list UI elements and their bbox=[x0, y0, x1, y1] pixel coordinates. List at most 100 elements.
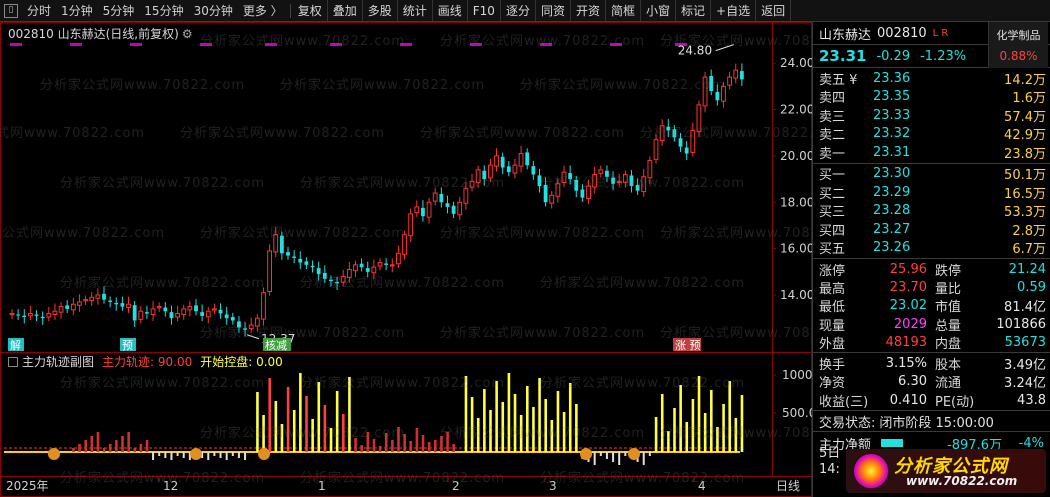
sub-bar bbox=[176, 452, 179, 456]
level-label: 买四 bbox=[819, 223, 846, 239]
candle-body-down bbox=[230, 317, 235, 321]
candle-body-up bbox=[414, 206, 420, 214]
candle-body-up bbox=[175, 313, 181, 318]
flag-marker bbox=[400, 43, 412, 46]
candle-body-down bbox=[292, 256, 297, 258]
toolbar-button-7[interactable]: 同资 bbox=[536, 0, 571, 21]
stat-value: 101866 bbox=[996, 316, 1046, 332]
period-tab-3[interactable]: 15分钟 bbox=[139, 0, 188, 21]
level-volume: 57.4万 bbox=[1004, 109, 1046, 125]
chart-frame bbox=[0, 22, 812, 497]
sub-bar bbox=[329, 428, 333, 452]
indicator-menu-icon[interactable] bbox=[8, 357, 18, 367]
event-tag-label[interactable]: 核减 bbox=[265, 338, 287, 352]
candle-body-down bbox=[286, 252, 290, 256]
toolbar-button-12[interactable]: +自选 bbox=[711, 0, 757, 21]
flag-marker bbox=[470, 43, 482, 46]
candle-body-down bbox=[568, 173, 573, 180]
kline-chart-area[interactable]: 002810 山东赫达(日线,前复权) ⚙ 24.00 22.00 20.00 18.0… bbox=[0, 22, 812, 497]
period-tab-4[interactable]: 30分钟 bbox=[189, 0, 238, 21]
candle-body-up bbox=[389, 264, 395, 267]
sub-bar bbox=[348, 377, 351, 452]
industry-box[interactable]: 化学制品 0.88% bbox=[988, 22, 1048, 68]
asks-row[interactable]: 卖四 23.35 1.6万 bbox=[813, 88, 1050, 106]
flower-logo-icon bbox=[854, 454, 888, 488]
candle-body-up bbox=[733, 69, 739, 79]
x-axis-label: 3 bbox=[549, 479, 557, 493]
bids-row[interactable]: 买五 23.26 6.7万 bbox=[813, 239, 1050, 257]
stat-row: 涨停 25.96 跌停 21.24 bbox=[813, 260, 1050, 279]
asks-row[interactable]: 卖一 23.31 23.8万 bbox=[813, 143, 1050, 162]
sub-bar bbox=[415, 428, 419, 452]
high-marker-label: 24.80 bbox=[678, 44, 712, 58]
candle-body-up bbox=[138, 310, 144, 320]
sub-bar bbox=[158, 452, 161, 456]
stat-label: 收益(三) bbox=[819, 394, 869, 410]
bids-row[interactable]: 买一 23.30 50.1万 bbox=[813, 165, 1050, 184]
period-tab-0[interactable]: 分时 bbox=[22, 0, 56, 21]
event-tag-label[interactable]: 预 bbox=[122, 339, 133, 352]
period-tab-1[interactable]: 1分钟 bbox=[56, 0, 98, 21]
sub-bar bbox=[152, 452, 155, 460]
sub-chart-name: 主力轨迹副图 bbox=[22, 355, 95, 369]
stat-label: 量比 bbox=[935, 281, 962, 297]
toolbar-button-3[interactable]: 统计 bbox=[398, 0, 433, 21]
sub-bar bbox=[286, 387, 290, 452]
toolbar-button-10[interactable]: 小窗 bbox=[641, 0, 677, 21]
candle-body-down bbox=[384, 263, 389, 265]
sub-bar bbox=[145, 440, 149, 452]
toolbar-button-9[interactable]: 简框 bbox=[606, 0, 641, 21]
sub-bar bbox=[654, 417, 658, 452]
candle-body-down bbox=[543, 184, 548, 203]
candle-body-up bbox=[487, 164, 493, 179]
asks-row[interactable]: 卖五 ¥ 23.36 14.2万 bbox=[813, 69, 1050, 88]
bids-row[interactable]: 买二 23.29 16.5万 bbox=[813, 183, 1050, 202]
candle-body-up bbox=[402, 234, 407, 255]
y-tick-label: 22.00 bbox=[780, 103, 812, 117]
stat-label: 换手 bbox=[819, 358, 846, 374]
period-tab-5[interactable]: 更多 〉 bbox=[238, 0, 288, 21]
bids-row[interactable]: 买四 23.27 2.8万 bbox=[813, 220, 1050, 239]
sub-bar bbox=[256, 392, 259, 452]
event-tag-label[interactable]: 解 bbox=[10, 338, 21, 352]
candle-body-down bbox=[243, 328, 247, 330]
period-tab-2[interactable]: 5分钟 bbox=[98, 0, 140, 21]
event-tag-label[interactable]: 涨 预 bbox=[675, 339, 701, 352]
asks-row[interactable]: 卖二 23.32 42.9万 bbox=[813, 125, 1050, 143]
candle-body-up bbox=[52, 310, 58, 315]
candle-body-down bbox=[218, 309, 223, 314]
clock: 14: bbox=[819, 462, 840, 477]
sub-bar bbox=[299, 373, 302, 452]
stat-value: 23.02 bbox=[889, 298, 927, 314]
toolbar-divider bbox=[289, 3, 291, 18]
kline-svg[interactable]: 24.0022.0020.0018.0016.0014.0024.8012.37… bbox=[0, 22, 812, 497]
toolbar-button-5[interactable]: F10 bbox=[468, 0, 501, 21]
sub-bar bbox=[421, 435, 425, 452]
panel-toggle-icon[interactable]: ▯ bbox=[4, 3, 18, 18]
settings-gear-icon[interactable]: ⚙ bbox=[182, 27, 193, 41]
toolbar-button-2[interactable]: 多股 bbox=[363, 0, 398, 21]
toolbar-button-11[interactable]: 标记 bbox=[676, 0, 712, 21]
toolbar-button-6[interactable]: 逐分 bbox=[501, 0, 536, 21]
toolbar-button-0[interactable]: 复权 bbox=[293, 0, 328, 21]
low-marker-arrow bbox=[246, 334, 260, 340]
candle-body-down bbox=[715, 91, 720, 101]
sub-bar bbox=[311, 419, 314, 452]
toolbar-button-13[interactable]: 返回 bbox=[756, 0, 792, 21]
toolbar-button-4[interactable]: 画线 bbox=[433, 0, 468, 21]
level-price: 23.32 bbox=[873, 126, 911, 142]
flag-marker bbox=[610, 43, 622, 46]
toolbar-button-8[interactable]: 开资 bbox=[571, 0, 606, 21]
sub-bar bbox=[372, 439, 376, 452]
level-label: 卖五 ¥ bbox=[819, 72, 858, 88]
flag-marker bbox=[265, 43, 277, 46]
toolbar-button-1[interactable]: 叠加 bbox=[328, 0, 363, 21]
sub-bar bbox=[225, 452, 228, 460]
candle-body-down bbox=[666, 126, 671, 131]
asks-row[interactable]: 卖三 23.33 57.4万 bbox=[813, 106, 1050, 125]
level-label: 买一 bbox=[819, 168, 846, 184]
candle-body-down bbox=[120, 303, 125, 307]
bids-row[interactable]: 买三 23.28 53.3万 bbox=[813, 202, 1050, 220]
sub-y-tick-label: 500.0 bbox=[782, 406, 812, 420]
stat-row: 最低 23.02 市值 81.4亿 bbox=[813, 297, 1050, 315]
